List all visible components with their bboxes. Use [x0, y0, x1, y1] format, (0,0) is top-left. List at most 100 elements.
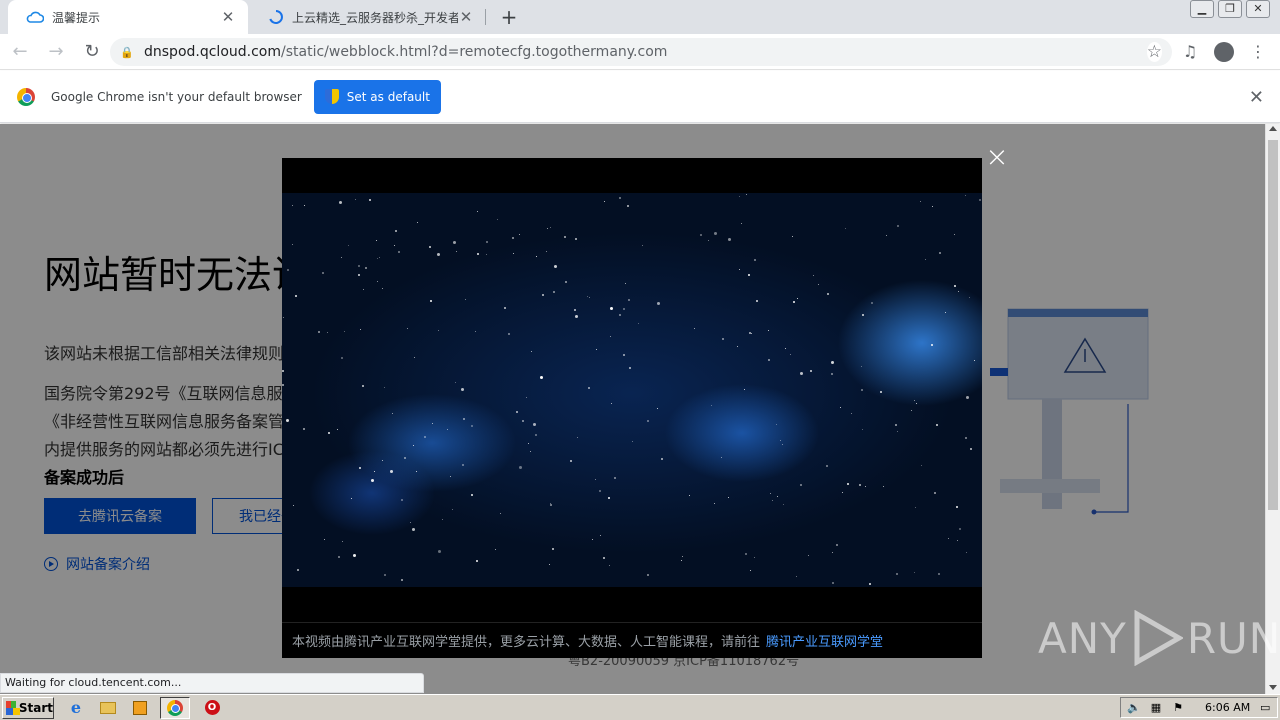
star-dot: [958, 528, 961, 530]
reload-button[interactable]: ↻: [76, 38, 108, 66]
modal-close-button[interactable]: ×: [984, 143, 1010, 171]
star-dot: [737, 346, 739, 348]
star-dot: [789, 354, 791, 356]
star-dot: [628, 298, 631, 301]
star-dot: [966, 396, 970, 400]
star-dot: [282, 369, 285, 372]
star-dot: [574, 314, 578, 318]
star-dot: [614, 477, 617, 480]
profile-button[interactable]: [1210, 38, 1238, 66]
star-dot: [817, 283, 819, 285]
address-bar[interactable]: 🔒 dnspod.qcloud.com/static/webblock.html…: [110, 38, 1172, 66]
menu-kebab-icon[interactable]: ⋮: [1244, 38, 1272, 66]
star-dot: [477, 253, 480, 256]
minimize-button[interactable]: ▁: [1190, 0, 1214, 18]
star-dot: [964, 437, 967, 440]
close-window-button[interactable]: ✕: [1246, 0, 1270, 18]
show-desktop-icon[interactable]: ▭: [1258, 701, 1272, 715]
star-dot: [449, 476, 451, 478]
star-dot: [831, 551, 833, 553]
star-dot: [456, 251, 458, 253]
star-dot: [437, 330, 439, 332]
lock-icon[interactable]: 🔒: [120, 46, 134, 59]
star-dot: [625, 283, 627, 285]
star-dot: [485, 254, 487, 256]
new-tab-button[interactable]: +: [498, 6, 520, 28]
forward-button[interactable]: →: [40, 38, 72, 66]
star-dot: [779, 439, 781, 441]
set-as-default-button[interactable]: Set as default: [313, 79, 441, 114]
star-dot: [477, 211, 479, 213]
restore-button[interactable]: ❐: [1218, 0, 1242, 18]
star-dot: [936, 424, 939, 427]
scroll-thumb[interactable]: [1268, 140, 1278, 510]
media-control-icon[interactable]: ♫: [1176, 38, 1204, 66]
chrome-icon[interactable]: [160, 696, 190, 719]
star-dot: [368, 198, 371, 201]
infobar-message: Google Chrome isn't your default browser: [51, 89, 302, 104]
star-dot: [406, 327, 408, 329]
action-center-flag-icon[interactable]: ⚑: [1171, 701, 1185, 715]
tab-close-icon[interactable]: ✕: [220, 9, 236, 25]
star-dot: [550, 227, 552, 229]
star-dot: [608, 564, 610, 566]
star-dot: [953, 234, 955, 236]
video-caption: 本视频由腾讯产业互联网学堂提供，更多云计算、大数据、人工智能课程，请前往 腾讯产…: [282, 622, 982, 658]
star-dot: [618, 196, 621, 199]
star-dot: [317, 330, 320, 333]
star-dot: [376, 280, 378, 282]
star-dot: [930, 343, 933, 346]
star-dot: [594, 478, 596, 480]
star-dot: [357, 273, 360, 276]
star-dot: [812, 274, 814, 276]
star-dot: [895, 424, 898, 427]
star-dot: [533, 422, 537, 426]
volume-icon[interactable]: 🔈: [1127, 701, 1141, 715]
star-dot: [957, 540, 958, 542]
star-dot: [835, 544, 838, 547]
star-dot: [294, 294, 297, 297]
star-dot: [591, 538, 593, 540]
opera-icon[interactable]: O: [202, 698, 222, 718]
star-dot: [830, 372, 833, 375]
video-player[interactable]: [282, 193, 982, 587]
star-dot: [535, 433, 538, 436]
star-dot: [871, 302, 874, 305]
star-dot: [920, 465, 922, 467]
scroll-up-arrow-icon[interactable]: [1269, 126, 1277, 131]
tab-close-icon[interactable]: ✕: [458, 9, 474, 25]
star-dot: [536, 256, 538, 258]
network-icon[interactable]: ▦: [1149, 701, 1163, 715]
star-dot: [522, 420, 525, 423]
star-dot: [547, 228, 549, 230]
star-dot: [768, 358, 770, 361]
star-dot: [827, 293, 830, 296]
star-dot: [637, 322, 639, 324]
star-dot: [375, 239, 377, 241]
internet-explorer-icon[interactable]: e: [66, 698, 86, 718]
toolbar-actions: ♫ ⋮: [1176, 38, 1272, 66]
url-host: dnspod.qcloud.com: [144, 44, 281, 60]
tab-loading[interactable]: 上云精选_云服务器秒杀_开发者上云 ✕: [250, 0, 486, 34]
back-button[interactable]: ←: [4, 38, 36, 66]
star-dot: [600, 534, 602, 536]
star-dot: [394, 230, 397, 233]
star-dot: [409, 522, 411, 524]
star-dot: [728, 497, 730, 499]
star-dot: [392, 412, 394, 414]
media-player-icon[interactable]: [130, 698, 150, 718]
tab-active[interactable]: 温馨提示 ✕: [8, 0, 248, 34]
star-dot: [358, 466, 361, 469]
star-dot: [681, 555, 683, 557]
star-dot: [351, 498, 353, 500]
folder-icon[interactable]: [98, 698, 118, 718]
star-dot: [495, 548, 497, 550]
video-caption-link[interactable]: 腾讯产业互联网学堂: [766, 631, 883, 650]
bookmark-star-icon[interactable]: ☆: [1146, 42, 1162, 62]
start-button[interactable]: Start: [2, 696, 54, 719]
video-caption-text: 本视频由腾讯产业互联网学堂提供，更多云计算、大数据、人工智能课程，请前往: [292, 635, 761, 650]
scroll-down-arrow-icon[interactable]: [1269, 685, 1277, 690]
star-dot: [610, 307, 614, 311]
star-dot: [619, 314, 622, 317]
infobar-close-icon[interactable]: ✕: [1249, 87, 1264, 108]
